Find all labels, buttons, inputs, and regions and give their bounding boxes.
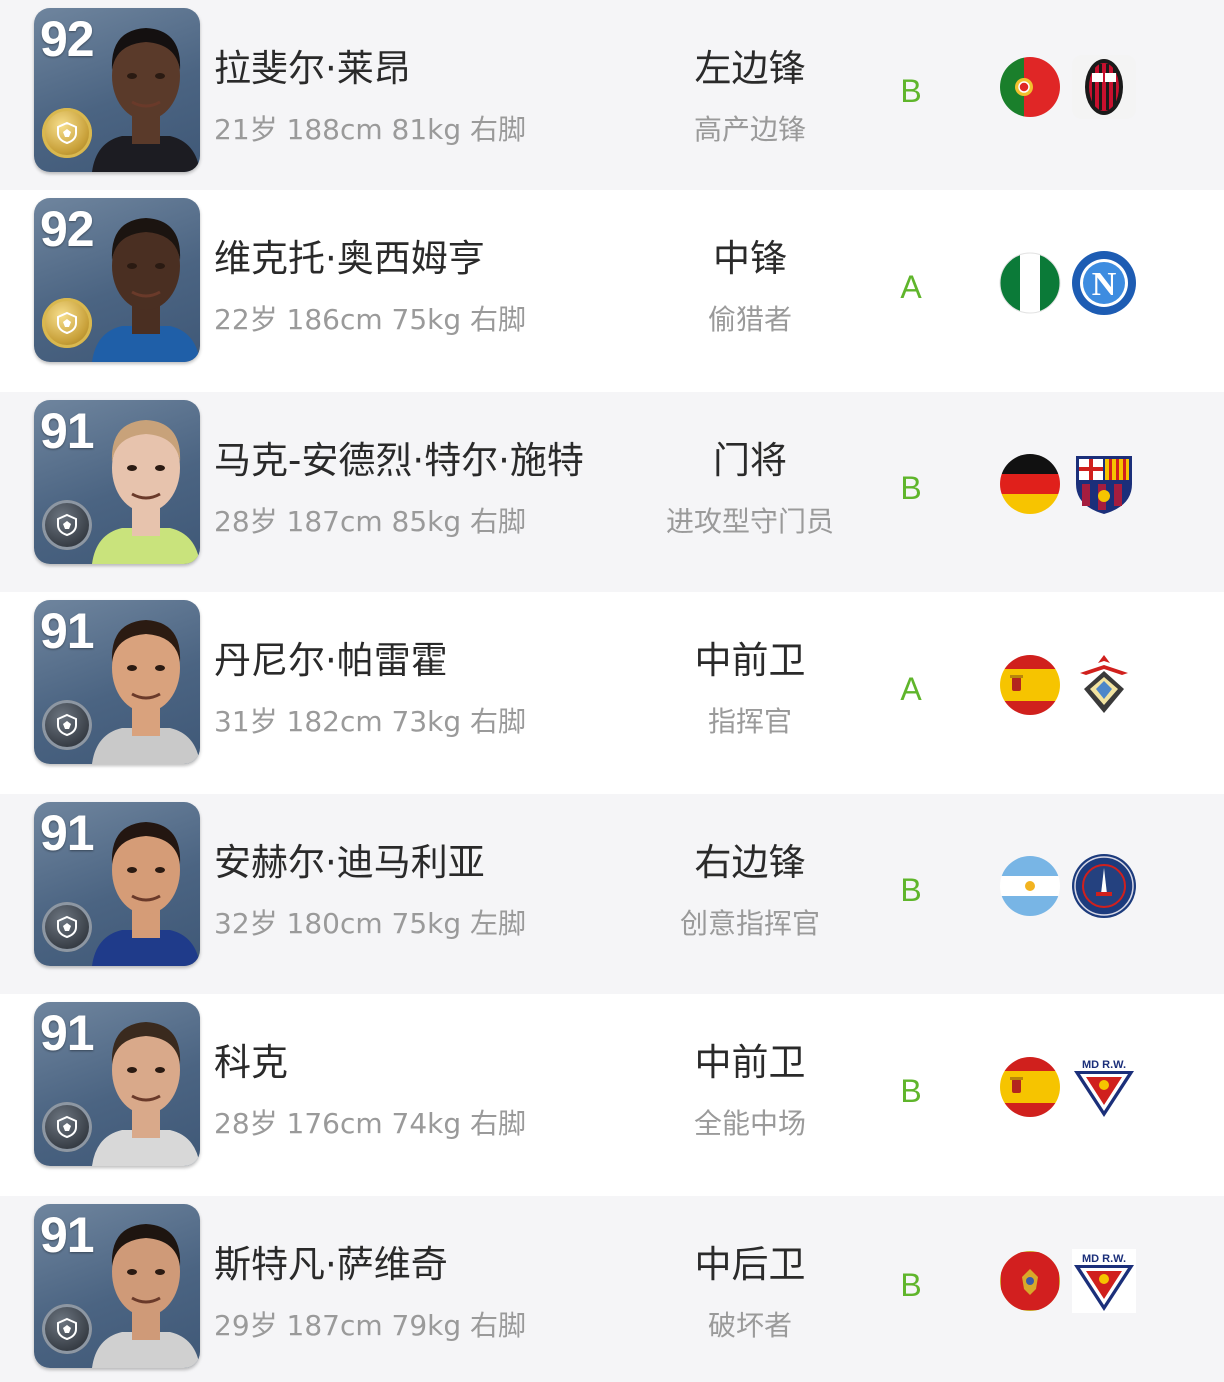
player-portrait	[92, 808, 200, 966]
player-position: 左边锋	[694, 47, 806, 90]
player-name[interactable]: 维克托·奥西姆亨	[214, 228, 485, 282]
nigeria-flag-icon	[998, 251, 1062, 315]
player-portrait	[92, 14, 200, 172]
player-name[interactable]: 丹尼尔·帕雷霍	[214, 630, 448, 684]
player-info: 29岁 187cm 79kg 右脚	[214, 1309, 527, 1342]
player-card[interactable]: 91	[34, 600, 200, 764]
player-name[interactable]: 科克	[214, 1032, 288, 1086]
player-portrait	[92, 406, 200, 564]
player-row[interactable]: 91 安赫尔·迪马利亚 32岁 180cm 75kg 左脚 右边锋 创意指挥官 …	[0, 794, 1224, 994]
player-info: 22岁 186cm 75kg 右脚	[214, 303, 527, 336]
md-rw-crest-icon: MD R.W.	[1070, 1053, 1138, 1121]
player-list: 92 拉斐尔·莱昂 21岁 188cm 81kg 右脚 左边锋 高产边锋 B 9…	[0, 0, 1224, 1382]
svg-text:MD R.W.: MD R.W.	[1082, 1059, 1126, 1071]
player-name[interactable]: 安赫尔·迪马利亚	[214, 832, 485, 886]
player-card[interactable]: 92	[34, 198, 200, 362]
player-card[interactable]: 92	[34, 8, 200, 172]
player-grade: B	[900, 1073, 922, 1109]
player-info: 28岁 187cm 85kg 右脚	[214, 505, 527, 538]
player-style: 全能中场	[693, 1107, 806, 1140]
fc-barcelona-crest-icon	[1070, 450, 1138, 518]
player-portrait	[92, 1008, 200, 1166]
player-card[interactable]: 91	[34, 1204, 200, 1368]
player-name[interactable]: 马克-安德烈·特尔·施特	[214, 430, 584, 484]
rank-badge-icon	[42, 298, 92, 348]
player-info: 21岁 188cm 81kg 右脚	[214, 113, 527, 146]
player-grade: A	[900, 671, 922, 707]
player-grade: B	[900, 470, 922, 506]
player-position: 中后卫	[694, 1243, 806, 1286]
player-card[interactable]: 91	[34, 802, 200, 966]
player-card[interactable]: 91	[34, 400, 200, 564]
svg-text:N: N	[1092, 266, 1117, 303]
rank-badge-icon	[42, 700, 92, 750]
player-name[interactable]: 拉斐尔·莱昂	[214, 38, 411, 92]
player-rating: 92	[40, 11, 95, 67]
rank-badge-icon	[42, 500, 92, 550]
rank-badge-icon	[42, 1102, 92, 1152]
player-rating: 91	[40, 805, 95, 861]
player-style: 偷猎者	[707, 303, 792, 336]
player-info: 31岁 182cm 73kg 右脚	[214, 705, 527, 738]
player-portrait	[92, 1210, 200, 1368]
player-portrait	[92, 606, 200, 764]
player-style: 进攻型守门员	[665, 505, 834, 538]
player-card[interactable]: 91	[34, 1002, 200, 1166]
argentina-flag-icon	[998, 854, 1062, 918]
player-grade: B	[900, 872, 922, 908]
player-rating: 91	[40, 403, 95, 459]
rank-badge-icon	[42, 1304, 92, 1354]
player-info: 32岁 180cm 75kg 左脚	[214, 907, 527, 940]
player-style: 创意指挥官	[679, 907, 820, 940]
player-position: 门将	[713, 439, 787, 482]
player-portrait	[92, 204, 200, 362]
player-rating: 91	[40, 1207, 95, 1263]
player-row[interactable]: 92 拉斐尔·莱昂 21岁 188cm 81kg 右脚 左边锋 高产边锋 B	[0, 0, 1224, 190]
player-style: 高产边锋	[693, 113, 806, 146]
md-rw-crest-icon: MD R.W.	[1070, 1247, 1138, 1315]
player-position: 中前卫	[694, 1041, 806, 1084]
player-grade: B	[900, 1267, 922, 1303]
rank-badge-icon	[42, 902, 92, 952]
villarreal-crest-icon	[1070, 651, 1138, 719]
montenegro-flag-icon	[998, 1249, 1062, 1313]
germany-flag-icon	[998, 452, 1062, 516]
svg-text:MD R.W.: MD R.W.	[1082, 1253, 1126, 1265]
rank-badge-icon	[42, 108, 92, 158]
player-position: 中前卫	[694, 639, 806, 682]
portugal-flag-icon	[998, 55, 1062, 119]
spain-flag-icon	[998, 1055, 1062, 1119]
napoli-crest-icon: N	[1070, 249, 1138, 317]
player-row[interactable]: 91 丹尼尔·帕雷霍 31岁 182cm 73kg 右脚 中前卫 指挥官 A	[0, 592, 1224, 794]
player-rating: 92	[40, 201, 95, 257]
player-grade: B	[900, 73, 922, 109]
player-row[interactable]: 92 维克托·奥西姆亨 22岁 186cm 75kg 右脚 中锋 偷猎者 A N	[0, 190, 1224, 392]
player-position: 中锋	[713, 237, 787, 280]
player-row[interactable]: 91 斯特凡·萨维奇 29岁 187cm 79kg 右脚 中后卫 破坏者 B M…	[0, 1196, 1224, 1382]
ac-milan-crest-icon	[1070, 53, 1138, 121]
player-style: 破坏者	[707, 1309, 792, 1342]
player-info: 28岁 176cm 74kg 右脚	[214, 1107, 527, 1140]
player-grade: A	[900, 269, 922, 305]
player-row[interactable]: 91 科克 28岁 176cm 74kg 右脚 中前卫 全能中场 B MD R.…	[0, 994, 1224, 1196]
player-name[interactable]: 斯特凡·萨维奇	[214, 1234, 448, 1288]
psg-crest-icon	[1070, 852, 1138, 920]
player-style: 指挥官	[707, 705, 792, 738]
player-rating: 91	[40, 603, 95, 659]
spain-flag-icon	[998, 653, 1062, 717]
player-rating: 91	[40, 1005, 95, 1061]
player-row[interactable]: 91 马克-安德烈·特尔·施特 28岁 187cm 85kg 右脚 门将 进攻型…	[0, 392, 1224, 592]
player-position: 右边锋	[694, 841, 806, 884]
